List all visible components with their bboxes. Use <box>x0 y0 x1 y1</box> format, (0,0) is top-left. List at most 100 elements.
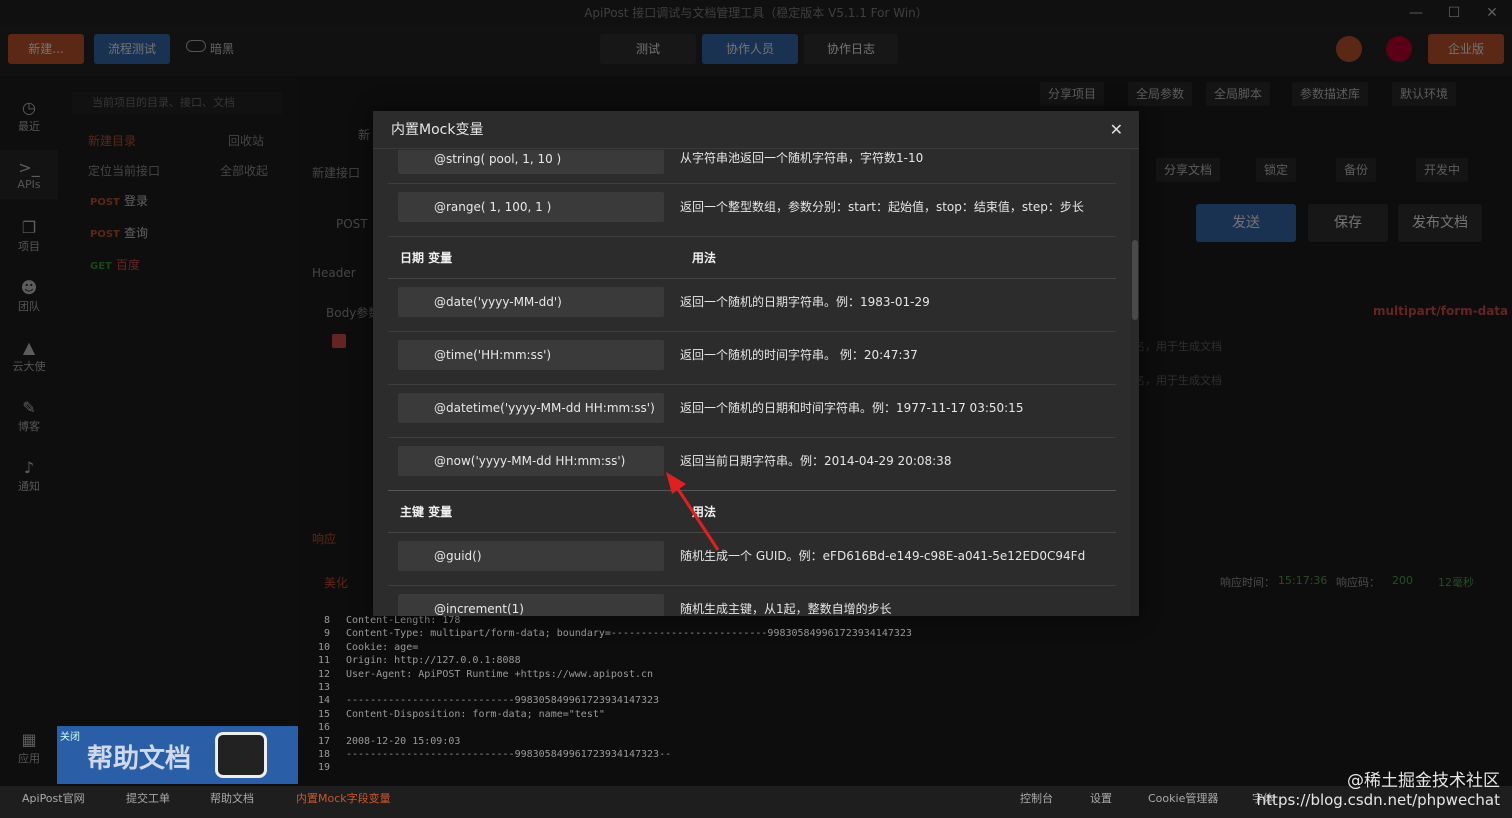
sidebar-item-project[interactable]: ❐ 项目 <box>0 218 58 254</box>
mock-row: @increment(1) 随机生成主键，从1起，整数自增的步长 <box>388 586 1116 616</box>
line-number: 12 <box>317 668 330 680</box>
dialog-scrollbar[interactable] <box>1131 150 1139 616</box>
resp-code-label: 响应码： <box>1336 576 1380 589</box>
sidebar-item-blog[interactable]: ✎ 博客 <box>0 398 58 434</box>
publish-button[interactable]: 发布文档 <box>1398 204 1482 242</box>
resp-time-label: 响应时间： <box>1220 576 1275 589</box>
line-number: 10 <box>317 641 330 653</box>
footer-help-link[interactable]: 帮助文档 <box>210 786 254 812</box>
param-lib-button[interactable]: 参数描述库 <box>1292 82 1369 106</box>
save-button[interactable]: 保存 <box>1308 204 1388 242</box>
sidebar-item-apps[interactable]: ▦ 应用 <box>0 730 58 766</box>
terminal-icon: >_ <box>18 158 40 177</box>
code-line: Content-Length: 178 <box>346 615 461 626</box>
code-line: 2008-12-20 15:09:03 <box>346 735 461 747</box>
method-select[interactable]: POST <box>336 217 368 231</box>
line-number: 17 <box>317 735 330 747</box>
line-number: 14 <box>317 695 330 707</box>
share-project-button[interactable]: 分享项目 <box>1040 82 1105 106</box>
dialog-body: @string( pool, 1, 10 ) 从字符串池返回一个随机字符串，字符数… <box>373 150 1139 616</box>
tree-item[interactable]: POST 登录 <box>90 192 148 209</box>
footer-ticket-link[interactable]: 提交工单 <box>126 786 170 812</box>
help-label: 帮助文档 <box>87 744 192 774</box>
code-lines: Content-Length: 178 Content-Type: multipa… <box>346 614 912 775</box>
section-key-header: 主键 变量 用法 <box>388 491 1116 533</box>
code-line: ----------------------------998305849961… <box>346 748 672 760</box>
global-params-button[interactable]: 全局参数 <box>1128 82 1193 106</box>
clock-icon: ◷ <box>22 98 36 117</box>
share-doc-button[interactable]: 分享文档 <box>1156 158 1221 182</box>
footer-mock-link[interactable]: 内置Mock字段变量 <box>296 786 391 812</box>
watermark: @稀土掘金技术社区 https://blog.csdn.net/phpwecha… <box>1256 771 1500 810</box>
flow-test-button[interactable]: 流程测试 <box>94 34 170 64</box>
minimize-icon[interactable]: — <box>1396 0 1436 26</box>
avatar[interactable] <box>1386 36 1412 62</box>
response-code-view: 8 9 10 11 12 13 14 15 16 17 18 19 Content-Length: 1… <box>300 614 1260 780</box>
sidebar-item-notify[interactable]: ♪ 通知 <box>0 458 58 494</box>
param-hint: 名，用于生成文档 <box>1134 340 1222 353</box>
tree-item[interactable]: POST 查询 <box>90 224 148 241</box>
sidebar-item-apis[interactable]: >_ APIs <box>0 150 58 199</box>
collapse-all-button[interactable]: 全部收起 <box>220 162 268 179</box>
bell-icon: ♪ <box>23 458 35 477</box>
locate-button[interactable]: 定位当前接口 <box>88 162 160 179</box>
close-window-icon[interactable]: ✕ <box>1472 0 1512 26</box>
api-name-input[interactable]: 新建接口 <box>312 164 360 181</box>
dark-toggle[interactable] <box>186 40 206 52</box>
footer-settings-link[interactable]: 设置 <box>1090 786 1112 812</box>
recycle-button[interactable]: 回收站 <box>228 132 264 149</box>
tab-new[interactable]: 新 <box>358 126 370 143</box>
footer-official-link[interactable]: ApiPost官网 <box>22 786 85 812</box>
tab-response[interactable]: 响应 <box>312 530 336 547</box>
sidebar-item-team[interactable]: ☻ 团队 <box>0 278 58 314</box>
line-number: 15 <box>317 708 330 720</box>
footer-console-link[interactable]: 控制台 <box>1020 786 1053 812</box>
global-script-button[interactable]: 全局脚本 <box>1206 82 1271 106</box>
section-date-header: 日期 变量 用法 <box>388 237 1116 279</box>
line-number: 16 <box>317 722 330 734</box>
code-line: Cookie: age= <box>346 641 419 653</box>
line-number: 18 <box>317 748 330 760</box>
close-icon[interactable]: ✕ <box>1110 111 1123 149</box>
sidebar-item-ambassador[interactable]: ▲ 云大使 <box>0 338 58 374</box>
resp-code: 200 <box>1392 574 1413 587</box>
help-close-button[interactable]: 关闭 <box>60 728 80 743</box>
mock-row: @string( pool, 1, 10 ) 从字符串池返回一个随机字符串，字符数… <box>388 150 1116 184</box>
line-numbers: 8 9 10 11 12 13 14 15 16 17 18 19 <box>300 614 330 775</box>
maximize-icon[interactable]: ☐ <box>1434 0 1474 26</box>
dev-status-select[interactable]: 开发中 <box>1416 158 1469 182</box>
new-button[interactable]: 新建... <box>8 34 84 64</box>
param-checkbox[interactable] <box>332 334 346 348</box>
line-number: 8 <box>323 615 330 626</box>
sidebar: ◷ 最近 >_ APIs ❐ 项目 ☻ 团队 ▲ 云大使 ✎ 博客 ♪ 通知 ▦ 应用 <box>0 76 58 786</box>
send-button[interactable]: 发送 <box>1196 204 1296 242</box>
footer-cookie-link[interactable]: Cookie管理器 <box>1148 786 1218 812</box>
sync-icon[interactable] <box>1336 36 1362 62</box>
scrollbar-thumb[interactable] <box>1132 240 1138 320</box>
line-number: 11 <box>317 655 330 667</box>
backup-button[interactable]: 备份 <box>1336 158 1377 182</box>
help-widget[interactable]: 关闭 帮助文档 <box>57 726 298 784</box>
collab-log-button[interactable]: 协作日志 <box>804 34 898 64</box>
env-test-select[interactable]: 测试 <box>600 34 696 64</box>
env-select[interactable]: 默认环境 <box>1392 82 1457 106</box>
beautify-tab[interactable]: 美化 <box>324 574 348 591</box>
mock-variables-dialog: 内置Mock变量 ✕ @string( pool, 1, 10 ) 从字符串池返回… <box>373 111 1139 616</box>
code-line: Origin: http://127.0.0.1:8088 <box>346 655 521 667</box>
content-type-select[interactable]: multipart/form-data <box>1373 304 1508 318</box>
mock-row: @now('yyyy-MM-dd HH:mm:ss') 返回当前日期字符串。例：2… <box>388 438 1116 491</box>
mock-row: @datetime('yyyy-MM-dd HH:mm:ss') 返回一个随机的日… <box>388 385 1116 438</box>
enterprise-button[interactable]: 企业版 <box>1428 34 1504 64</box>
tree-search-input[interactable]: 当前项目的目录、接口、文档 <box>72 92 282 114</box>
resp-ms: 12毫秒 <box>1438 576 1474 589</box>
collaborators-button[interactable]: 协作人员 <box>702 34 798 64</box>
dark-label: 暗黑 <box>210 42 235 56</box>
annotation-arrow <box>666 472 720 551</box>
tab-header[interactable]: Header <box>312 266 356 280</box>
tree-item[interactable]: GET 百度 <box>90 256 140 273</box>
lock-button[interactable]: 锁定 <box>1256 158 1297 182</box>
sidebar-item-recent[interactable]: ◷ 最近 <box>0 98 58 134</box>
new-dir-button[interactable]: 新建目录 <box>88 132 136 149</box>
